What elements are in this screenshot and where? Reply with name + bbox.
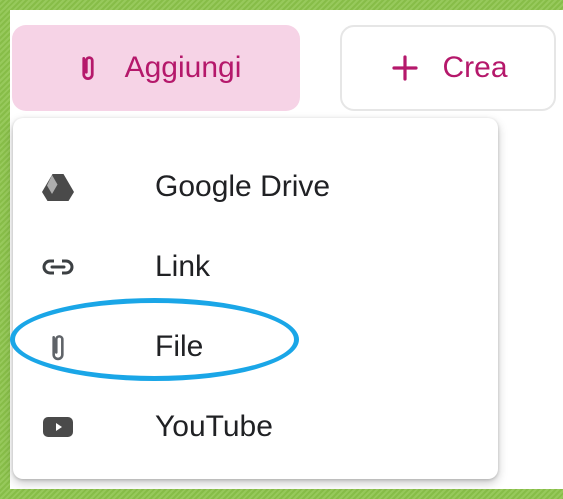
menu-item-youtube[interactable]: YouTube — [13, 388, 498, 466]
menu-item-link[interactable]: Link — [13, 228, 498, 306]
crea-button[interactable]: Crea — [340, 25, 556, 111]
aggiungi-dropdown-menu: Google Drive Link File YouTube — [13, 118, 498, 479]
paperclip-icon — [37, 326, 79, 368]
menu-item-google-drive[interactable]: Google Drive — [13, 148, 498, 226]
youtube-icon — [37, 406, 79, 448]
link-icon — [37, 246, 79, 288]
aggiungi-button[interactable]: Aggiungi — [12, 25, 300, 111]
plus-icon — [388, 51, 422, 85]
menu-item-label: File — [155, 330, 204, 363]
crea-label: Crea — [442, 51, 508, 84]
google-drive-icon — [37, 166, 79, 208]
classroom-panel: Aggiungi Crea Google Drive Link File You… — [10, 10, 563, 489]
menu-item-file[interactable]: File — [13, 308, 498, 386]
menu-item-label: Link — [155, 250, 211, 283]
menu-item-label: YouTube — [155, 410, 273, 443]
menu-item-label: Google Drive — [155, 170, 331, 203]
paperclip-icon — [71, 51, 105, 85]
aggiungi-label: Aggiungi — [124, 51, 242, 84]
